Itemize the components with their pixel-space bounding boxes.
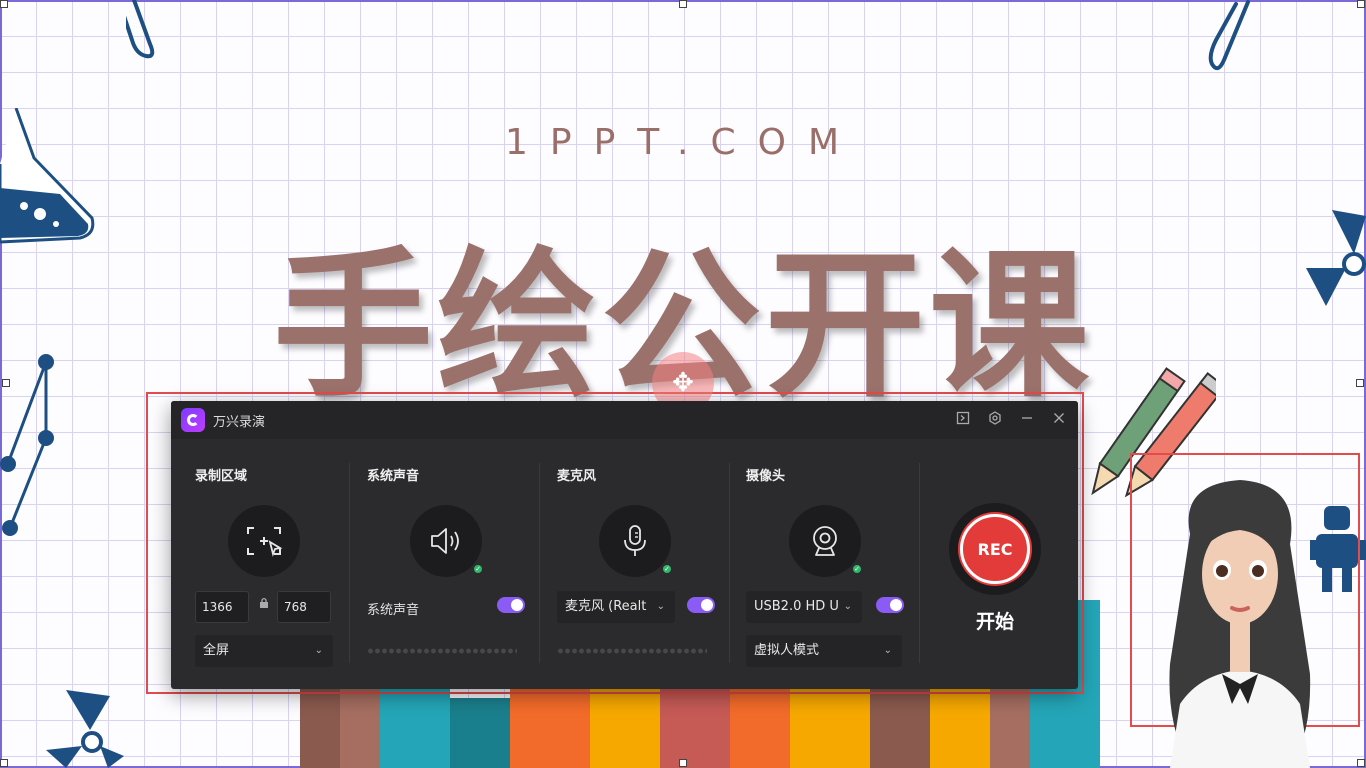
record-area-title: 录制区域 xyxy=(195,469,248,484)
resize-handle-right[interactable] xyxy=(1356,379,1364,387)
chevron-down-icon: ⌄ xyxy=(314,645,323,656)
width-input[interactable]: 1366 xyxy=(195,591,249,623)
speaker-icon xyxy=(431,528,459,554)
system-audio-title: 系统声音 xyxy=(367,469,420,484)
collapse-icon[interactable] xyxy=(954,411,972,429)
microphone-level-meter xyxy=(557,647,707,655)
camera-mode-value: 虚拟人模式 xyxy=(754,643,820,658)
aspect-lock-icon[interactable] xyxy=(259,597,269,612)
microphone-device-select[interactable]: 麦克风 (Realt ⌄ xyxy=(557,591,675,623)
close-icon[interactable] xyxy=(1050,411,1068,429)
system-audio-button[interactable]: ✓ xyxy=(410,505,484,577)
record-mode-value: 全屏 xyxy=(203,643,230,658)
site-name: 1PPT.COM xyxy=(504,122,862,163)
screen-capture-icon xyxy=(247,527,283,557)
record-button-wrapper: REC xyxy=(949,503,1041,595)
microphone-title: 麦克风 xyxy=(557,469,597,484)
app-title: 万兴录演 xyxy=(213,414,266,430)
radiation-icon-bottom xyxy=(46,690,124,768)
app-logo-icon xyxy=(181,408,205,432)
record-mode-select[interactable]: 全屏 ⌄ xyxy=(195,635,333,667)
resize-handle-top-right[interactable] xyxy=(1357,0,1365,8)
paperclip-decoration xyxy=(126,0,155,59)
camera-button[interactable]: ✓ xyxy=(789,505,863,577)
system-audio-toggle[interactable] xyxy=(497,597,525,613)
virtual-avatar xyxy=(1169,480,1311,768)
camera-device-value: USB2.0 HD U xyxy=(754,599,839,614)
system-audio-panel: 系统声音 ✓ 系统声音 xyxy=(350,439,539,689)
camera-mode-select[interactable]: 虚拟人模式 ⌄ xyxy=(746,635,902,667)
camera-panel: 摄像头 ✓ USB2.0 HD U ⌄ 虚拟人模式 ⌄ xyxy=(730,439,919,689)
record-area-panel: 录制区域 1366 768 全屏 ⌄ xyxy=(171,439,349,689)
start-label: 开始 xyxy=(975,611,1014,633)
system-audio-level-meter xyxy=(367,647,517,655)
resize-handle-top[interactable] xyxy=(679,0,687,8)
microphone-panel: 麦克风 ✓ 麦克风 (Realt ⌄ xyxy=(540,439,729,689)
screen-capture-button[interactable] xyxy=(228,505,300,577)
resize-handle-bottom-right[interactable] xyxy=(1357,759,1365,767)
chevron-down-icon: ⌄ xyxy=(883,645,892,656)
status-ok-icon: ✓ xyxy=(472,563,484,575)
camera-toggle[interactable] xyxy=(876,597,904,613)
camera-title: 摄像头 xyxy=(746,469,786,484)
divider xyxy=(919,463,920,663)
system-audio-label: 系统声音 xyxy=(367,603,420,618)
title-bar[interactable]: 万兴录演 xyxy=(171,401,1078,439)
microphone-button[interactable]: ✓ xyxy=(599,505,673,577)
resize-handle-bottom[interactable] xyxy=(679,759,687,767)
microphone-icon xyxy=(624,525,646,556)
resize-handle-left[interactable] xyxy=(2,379,10,387)
microphone-toggle[interactable] xyxy=(687,597,715,613)
chevron-down-icon: ⌄ xyxy=(843,601,852,612)
paperclip-decoration-right xyxy=(1208,0,1250,71)
resize-handle-bottom-left[interactable] xyxy=(0,759,8,767)
status-ok-icon: ✓ xyxy=(661,563,673,575)
height-input[interactable]: 768 xyxy=(277,591,331,623)
recorder-window: 万兴录演 录制区域 1366 768 全屏 ⌄ 系统声音 ✓ 系统声音 麦克风 … xyxy=(171,401,1078,689)
resize-handle-top-left[interactable] xyxy=(0,0,8,8)
record-button[interactable]: REC xyxy=(960,514,1030,584)
settings-icon[interactable] xyxy=(986,411,1004,429)
camera-device-select[interactable]: USB2.0 HD U ⌄ xyxy=(746,591,862,623)
chevron-down-icon: ⌄ xyxy=(656,601,665,612)
status-ok-icon: ✓ xyxy=(851,563,863,575)
microphone-device-value: 麦克风 (Realt xyxy=(565,599,647,614)
minimize-icon[interactable] xyxy=(1018,411,1036,429)
webcam-icon xyxy=(813,526,837,556)
